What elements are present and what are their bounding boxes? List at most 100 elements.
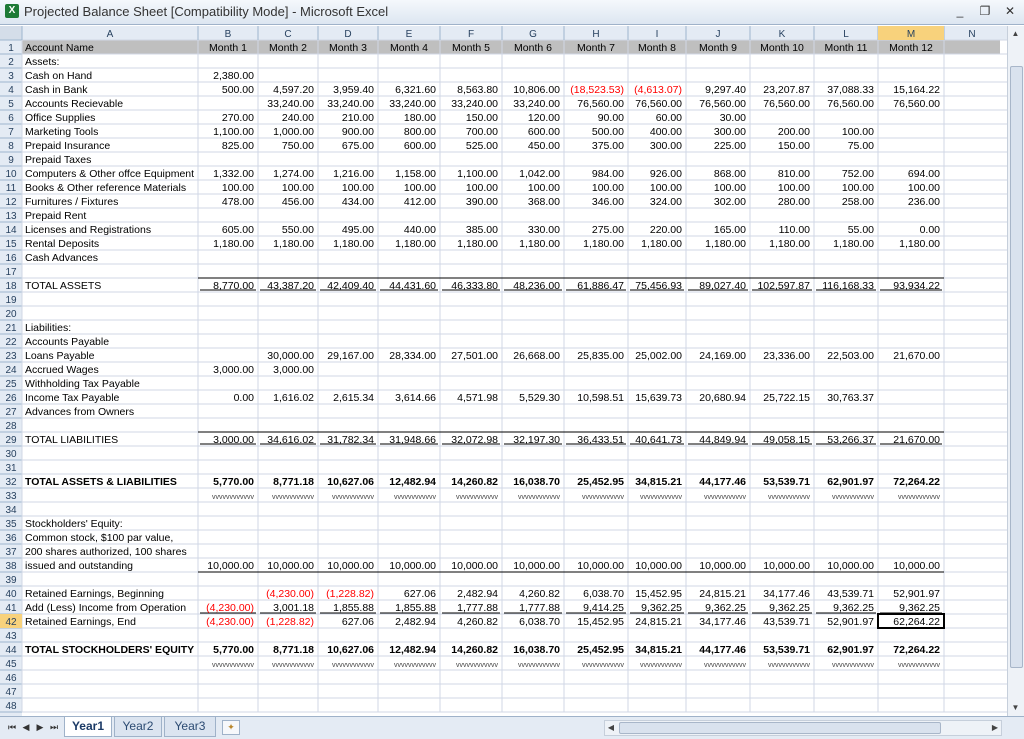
- check-marks[interactable]: vvvvvvvvvvvv: [394, 494, 437, 501]
- cell-value[interactable]: 31,782.34: [327, 434, 374, 446]
- cell-value[interactable]: 10,627.06: [327, 476, 374, 488]
- cell-grid[interactable]: A B C D E F G H I J K L M N12345678910111213141516171…: [0, 26, 1008, 716]
- row-header[interactable]: 23: [5, 351, 17, 362]
- cell-value[interactable]: 75.00: [848, 140, 874, 152]
- account-label[interactable]: Income Tax Payable: [25, 392, 120, 404]
- cell-value[interactable]: 30,763.37: [827, 392, 874, 404]
- row-header[interactable]: 31: [5, 463, 17, 474]
- column-label[interactable]: Month 3: [329, 42, 367, 54]
- cell-value[interactable]: 33,240.00: [389, 98, 436, 110]
- row-header[interactable]: 40: [5, 589, 17, 600]
- cell-value[interactable]: 3,000.00: [213, 434, 254, 446]
- check-marks[interactable]: vvvvvvvvvvvv: [456, 494, 499, 501]
- cell-value[interactable]: 43,387.20: [267, 280, 314, 292]
- cell-value[interactable]: 1,616.02: [273, 392, 314, 404]
- row-header[interactable]: 45: [5, 659, 17, 670]
- account-label[interactable]: Accrued Wages: [25, 364, 99, 376]
- column-header-g[interactable]: G: [529, 29, 537, 40]
- account-label[interactable]: Office Supplies: [25, 112, 95, 124]
- cell-value[interactable]: 9,362.25: [899, 602, 940, 614]
- cell-value[interactable]: 500.00: [592, 126, 624, 138]
- close-button[interactable]: ✕: [1000, 3, 1020, 19]
- account-label[interactable]: Computers & Other offce Equipment: [25, 168, 194, 180]
- row-header[interactable]: 47: [5, 687, 17, 698]
- cell-value[interactable]: 100.00: [342, 182, 374, 194]
- cell-value[interactable]: 1,180.00: [519, 238, 560, 250]
- column-header-k[interactable]: K: [779, 29, 786, 40]
- cell-value[interactable]: 1,180.00: [457, 238, 498, 250]
- cell-value[interactable]: 52,901.97: [893, 588, 940, 600]
- cell-value[interactable]: 10,806.00: [513, 84, 560, 96]
- check-marks[interactable]: vvvvvvvvvvvv: [332, 494, 375, 501]
- column-header-l[interactable]: L: [843, 29, 849, 40]
- cell-value[interactable]: 89,027.40: [699, 280, 746, 292]
- row-header[interactable]: 5: [8, 99, 14, 110]
- row-header[interactable]: 14: [5, 225, 17, 236]
- scroll-left-icon[interactable]: ◀: [605, 721, 617, 735]
- cell-value[interactable]: 300.00: [650, 140, 682, 152]
- cell-value[interactable]: 100.00: [466, 182, 498, 194]
- cell-value[interactable]: 10,000.00: [763, 560, 810, 572]
- cell-value[interactable]: 1,180.00: [395, 238, 436, 250]
- cell-value[interactable]: 100.00: [650, 182, 682, 194]
- cell-value[interactable]: 1,180.00: [333, 238, 374, 250]
- cell-value[interactable]: 100.00: [282, 182, 314, 194]
- cell-value[interactable]: 225.00: [714, 140, 746, 152]
- cell-value[interactable]: 16,038.70: [513, 476, 560, 488]
- column-label[interactable]: Month 6: [514, 42, 552, 54]
- cell-value[interactable]: 150.00: [778, 140, 810, 152]
- cell-value[interactable]: 120.00: [528, 112, 560, 124]
- cell-value[interactable]: 478.00: [222, 196, 254, 208]
- tab-year3[interactable]: Year3: [164, 717, 216, 737]
- cell-value[interactable]: 44,431.60: [389, 280, 436, 292]
- cell-value[interactable]: 600.00: [528, 126, 560, 138]
- cell-value[interactable]: 302.00: [714, 196, 746, 208]
- cell-value[interactable]: (4,230.00): [206, 602, 254, 614]
- cell-value[interactable]: 8,771.18: [273, 476, 314, 488]
- cell-value[interactable]: 2,380.00: [213, 70, 254, 82]
- row-header[interactable]: 46: [5, 673, 17, 684]
- select-all-corner[interactable]: [0, 26, 22, 40]
- account-label[interactable]: TOTAL ASSETS: [25, 280, 101, 292]
- cell-value[interactable]: 390.00: [466, 196, 498, 208]
- row-header[interactable]: 41: [5, 603, 17, 614]
- account-label[interactable]: issued and outstanding: [25, 560, 133, 572]
- cell-value[interactable]: 495.00: [342, 224, 374, 236]
- cell-value[interactable]: 62,264.22: [893, 616, 940, 628]
- cell-value[interactable]: 24,815.21: [635, 616, 682, 628]
- cell-value[interactable]: 102,597.87: [757, 280, 810, 292]
- cell-value[interactable]: 10,000.00: [827, 560, 874, 572]
- cell-value[interactable]: 25,002.00: [635, 350, 682, 362]
- column-label[interactable]: Month 9: [699, 42, 737, 54]
- column-header-m[interactable]: M: [907, 29, 915, 40]
- check-marks[interactable]: vvvvvvvvvvvv: [704, 494, 747, 501]
- cell-value[interactable]: 24,815.21: [699, 588, 746, 600]
- row-header[interactable]: 36: [5, 533, 17, 544]
- check-marks[interactable]: vvvvvvvvvvvv: [518, 494, 561, 501]
- cell-value[interactable]: 14,260.82: [451, 476, 498, 488]
- cell-value[interactable]: 627.06: [342, 616, 374, 628]
- row-header[interactable]: 4: [8, 85, 14, 96]
- cell-value[interactable]: 270.00: [222, 112, 254, 124]
- cell-value[interactable]: 2,615.34: [333, 392, 374, 404]
- cell-value[interactable]: 165.00: [714, 224, 746, 236]
- cell-value[interactable]: 1,180.00: [769, 238, 810, 250]
- worksheet-grid[interactable]: A B C D E F G H I J K L M N 1 2 3 4 5 6 7 8 9 10 11 12 13 14 15 16 17 1…: [0, 26, 1008, 716]
- cell-value[interactable]: 10,000.00: [267, 560, 314, 572]
- cell-value[interactable]: 44,177.46: [699, 476, 746, 488]
- cell-value[interactable]: 1,042.00: [519, 168, 560, 180]
- cell-value[interactable]: 6,038.70: [583, 588, 624, 600]
- horizontal-scrollbar[interactable]: ◀ ▶: [604, 720, 1002, 736]
- check-marks[interactable]: vvvvvvvvvvvv: [640, 494, 683, 501]
- cell-value[interactable]: 34,815.21: [635, 644, 682, 656]
- cell-value[interactable]: 33,240.00: [327, 98, 374, 110]
- cell-value[interactable]: 15,639.73: [635, 392, 682, 404]
- cell-value[interactable]: 240.00: [282, 112, 314, 124]
- cell-value[interactable]: 25,835.00: [577, 350, 624, 362]
- cell-value[interactable]: 76,560.00: [827, 98, 874, 110]
- cell-value[interactable]: 1,180.00: [213, 238, 254, 250]
- cell-value[interactable]: 752.00: [842, 168, 874, 180]
- cell-value[interactable]: 34,177.46: [763, 588, 810, 600]
- check-marks[interactable]: vvvvvvvvvvvv: [832, 494, 875, 501]
- cell-value[interactable]: 110.00: [779, 224, 810, 236]
